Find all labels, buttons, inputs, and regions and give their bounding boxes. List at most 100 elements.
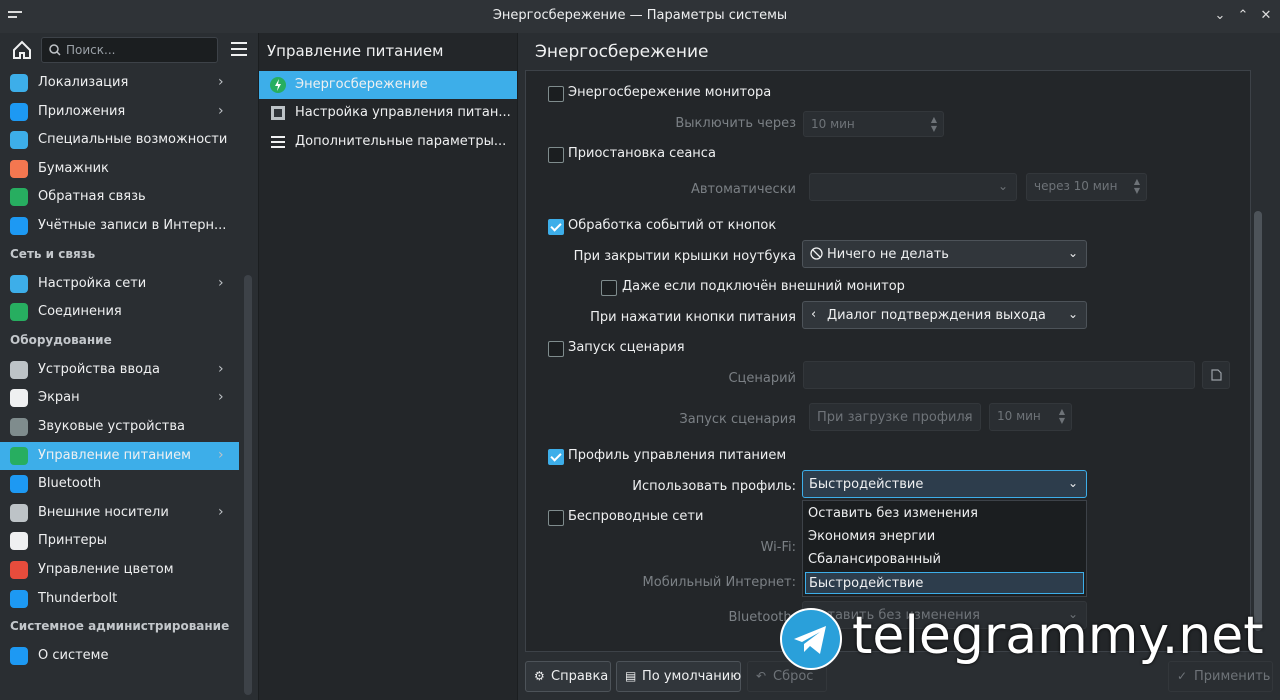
run-script-checkbox[interactable] [548,341,564,357]
sidebar-item[interactable]: Принтеры [0,527,239,555]
connections-icon [10,303,28,322]
power-button-label: При нажатии кнопки питания [590,310,796,325]
close-icon[interactable]: ✕ [1258,8,1274,24]
profile-option-label: Сбалансированный [808,552,941,567]
online-accounts-icon [10,217,28,235]
home-icon[interactable] [10,38,34,62]
mobile-internet-label: Мобильный Интернет: [642,575,796,590]
profile-option[interactable]: Оставить без изменения [805,503,1084,525]
thunderbolt-icon [10,589,28,608]
sidebar-item[interactable]: Учётные записи в Интерн... [0,212,239,240]
run-script-label: Запуск сценария [568,340,685,355]
dpms-off-value: 10 мин [811,117,855,131]
subcategory-item-advanced-settings[interactable]: Дополнительные параметры... [259,128,517,156]
external-monitor-checkbox[interactable] [601,280,617,296]
profile-option-selected[interactable]: Быстродействие [805,572,1084,594]
subcategory-item-energy-saving[interactable]: Энергосбережение [259,71,517,99]
search-placeholder: Поиск... [66,43,116,57]
sidebar-item[interactable]: Управление цветом [0,556,239,584]
printer-icon [10,532,28,551]
subcategory-panel: Управление питанием Энергосбережение Нас… [259,33,518,700]
dpms-off-label: Выключить через [675,116,796,131]
removable-media-icon [10,503,28,522]
localization-icon [10,74,28,92]
sidebar-item-label: Соединения [38,304,122,320]
power-button-value: Диалог подтверждения выхода [827,308,1046,323]
suspend-label: Приостановка сеанса [568,146,716,161]
power-profile-checkbox[interactable] [548,449,564,465]
sidebar-section-header: Оборудование [10,332,112,347]
power-button-combo[interactable]: ‹ Диалог подтверждения выхода ⌄ [802,301,1087,329]
sidebar-item-label: О системе [38,648,109,664]
apps-icon [10,102,28,121]
help-button-label: Справка [551,669,609,684]
sidebar-item-label: Звуковые устройства [38,419,185,434]
sidebar-item[interactable]: Thunderbolt [0,585,239,613]
power-profile-label: Профиль управления питанием [568,448,787,463]
main-scrollbar[interactable] [1254,211,1262,631]
suspend-auto-combo[interactable]: ⌄ [809,173,1017,201]
settings-content: Энергосбережение монитора Выключить чере… [525,70,1251,652]
sidebar-item[interactable]: Настройка сети › [0,270,239,298]
run-script-time-spinbox[interactable]: 10 мин ▲ ▼ [989,403,1072,431]
maximize-icon[interactable]: ⌃ [1235,8,1251,24]
sidebar-item[interactable]: Соединения [0,298,239,326]
subcategory-header: Управление питанием [267,42,444,60]
sidebar-item[interactable]: О системе [0,642,239,670]
bluetooth-label: Bluetooth: [728,610,797,625]
sidebar-item[interactable]: Локализация › [0,69,239,97]
run-script-when-value: При загрузке профиля [817,410,973,425]
advanced-settings-icon [271,136,285,148]
hamburger-menu-icon[interactable] [231,42,247,56]
accessibility-icon [10,131,28,150]
help-button[interactable]: ⚙ Справка [525,661,611,692]
profile-option-label: Оставить без изменения [808,506,978,521]
run-script-when-label: Запуск сценария [679,412,796,427]
dpms-label: Энергосбережение монитора [568,85,772,100]
use-profile-label: Использовать профиль: [632,479,796,494]
sidebar-item-label: Thunderbolt [38,590,118,606]
network-icon [10,274,28,293]
suspend-checkbox[interactable] [548,147,564,163]
chevron-left-icon: ‹ [811,307,817,322]
sidebar-item[interactable]: Bluetooth [0,470,239,498]
wireless-label: Беспроводные сети [568,509,704,524]
sidebar-item-label: Управление цветом [38,562,174,577]
wifi-label: Wi-Fi: [760,540,796,555]
script-path-input[interactable] [803,361,1195,389]
sidebar-item[interactable]: Обратная связь [0,183,239,211]
sidebar-item-label: Экран [38,390,80,406]
defaults-button[interactable]: ▤ По умолчанию [616,661,741,692]
sidebar-item[interactable]: Приложения › [0,98,239,126]
watermark: telegrammy.net [780,606,1270,686]
minimize-icon[interactable]: ⌄ [1212,8,1228,24]
dpms-checkbox[interactable] [548,86,564,102]
sidebar-item[interactable]: Управление питанием › [0,441,239,470]
sidebar-item[interactable]: Внешние носители › [0,499,239,527]
sidebar-toolbar: Поиск... [0,33,258,69]
dpms-off-spinbox[interactable]: 10 мин ▲ ▼ [803,111,944,137]
subcategory-item-activity-settings[interactable]: Настройка управления питан... [259,99,517,127]
search-input[interactable]: Поиск... [41,37,218,63]
lid-action-combo[interactable]: Ничего не делать ⌄ [802,240,1087,268]
button-events-checkbox[interactable] [548,219,564,235]
file-open-icon [1211,369,1222,381]
wireless-checkbox[interactable] [548,510,564,526]
sidebar-scrollbar[interactable] [244,275,252,695]
suspend-after-spinbox[interactable]: через 10 мин ▲ ▼ [1026,173,1147,201]
sidebar-item[interactable]: Экран › [0,384,239,412]
sidebar-item[interactable]: Бумажник [0,155,239,183]
sidebar-item[interactable]: Специальные возможности [0,126,239,154]
chevron-right-icon: › [218,389,224,406]
profile-option[interactable]: Экономия энергии [805,526,1084,548]
browse-script-button[interactable] [1202,361,1230,389]
sidebar-item-label: Учётные записи в Интерн... [38,218,227,233]
sidebar-item[interactable]: Устройства ввода › [0,356,239,384]
run-script-when-combo[interactable]: При загрузке профиля ⌄ [809,403,981,431]
profile-option[interactable]: Сбалансированный [805,549,1084,571]
profile-combo[interactable]: Быстродействие ⌄ [802,470,1087,498]
button-events-label: Обработка событий от кнопок [568,218,777,233]
spin-arrows-icon: ▲ ▼ [1133,177,1141,195]
sidebar-item[interactable]: Звуковые устройства [0,413,239,441]
sidebar-item-label: Bluetooth [38,476,102,492]
